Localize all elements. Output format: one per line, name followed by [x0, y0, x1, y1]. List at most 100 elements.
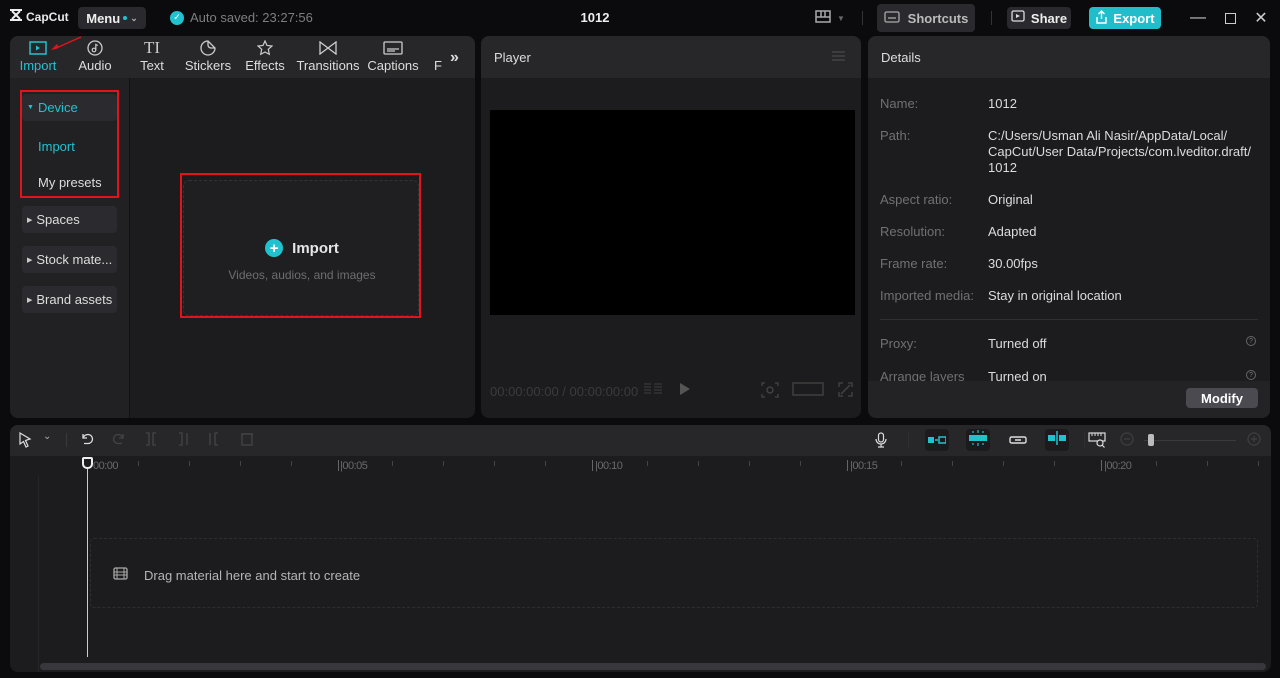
export-label: Export: [1113, 10, 1155, 26]
zoom-out-icon[interactable]: [1120, 432, 1134, 449]
media-panel: Import Audio TI Text Stickers Effects Tr…: [10, 36, 475, 418]
preview-axis-toggle[interactable]: [1045, 429, 1069, 451]
ruler-tick: [1054, 461, 1056, 466]
tab-effects[interactable]: Effects: [244, 38, 286, 76]
audio-icon: [87, 38, 103, 58]
timeline-ruler[interactable]: 00:00 |00:05 |00:10 |00:15 |00:20: [10, 456, 1271, 476]
detail-label: Path:: [880, 128, 911, 143]
main-track-magnet-toggle[interactable]: [925, 429, 949, 451]
app-name: CapCut: [26, 9, 69, 24]
tab-label: Captions: [367, 58, 419, 73]
sidebar-item-stock-material[interactable]: ▶ Stock mate...: [22, 246, 117, 273]
layout-button[interactable]: ▼: [815, 10, 845, 26]
sidebar-item-brand-assets[interactable]: ▶ Brand assets: [22, 286, 117, 313]
tab-text[interactable]: TI Text: [134, 38, 170, 76]
video-preview[interactable]: [490, 110, 855, 315]
export-button[interactable]: Export: [1089, 7, 1161, 29]
ruler-tick: [188, 461, 190, 466]
tab-label: F: [434, 58, 442, 73]
timeline-list-icon[interactable]: [643, 382, 663, 399]
tab-stickers[interactable]: Stickers: [182, 38, 234, 76]
fullscreen-icon[interactable]: [838, 382, 853, 400]
divider: [1084, 433, 1085, 447]
tab-label: Effects: [245, 58, 285, 73]
shortcuts-button[interactable]: Shortcuts: [877, 4, 975, 32]
detail-row-frame-rate: Frame rate: 30.00fps: [880, 256, 1260, 272]
minimize-icon: —: [1190, 9, 1206, 26]
delete-icon[interactable]: [240, 432, 254, 449]
ruler-major-tick: [1101, 460, 1102, 471]
menu-button[interactable]: Menu ⌄: [78, 7, 146, 29]
ruler-major-tick: [846, 460, 848, 471]
preview-axis-icon: [1047, 430, 1067, 450]
linkage-toggle[interactable]: [1006, 429, 1030, 451]
effects-icon: [257, 38, 273, 58]
split-icon[interactable]: [145, 432, 157, 449]
details-header: Details: [868, 36, 1270, 78]
detail-value: Original: [988, 192, 1033, 207]
player-controls: 00:00:00:00 / 00:00:00:00: [481, 380, 861, 404]
ruler-tick: [1155, 461, 1157, 466]
drop-hint: Drag material here and start to create: [113, 567, 360, 583]
caret-right-icon: ▶: [27, 216, 33, 224]
aspect-ratio-button[interactable]: [792, 382, 824, 399]
detail-value: 30.00fps: [988, 256, 1038, 271]
help-icon[interactable]: ?: [1246, 336, 1256, 346]
timeline-horizontal-scrollbar[interactable]: [40, 663, 1266, 670]
timeline-zoom-fit-icon[interactable]: [1088, 432, 1106, 451]
close-button[interactable]: ✕: [1251, 8, 1271, 28]
detail-row-path: Path: C:/Users/Usman Ali Nasir/AppData/L…: [880, 128, 1260, 176]
divider: [880, 319, 1258, 320]
tab-captions[interactable]: Captions: [366, 38, 420, 76]
details-footer: Modify: [868, 381, 1270, 418]
track-header-column: [10, 476, 39, 672]
auto-snap-toggle[interactable]: [966, 429, 990, 451]
chevron-down-icon[interactable]: ⌄: [43, 431, 51, 442]
ruler-tick: [545, 461, 547, 466]
zoom-preview-icon[interactable]: [761, 382, 779, 401]
microphone-icon[interactable]: [875, 432, 887, 451]
ruler-tick: [239, 461, 241, 466]
undo-icon[interactable]: [80, 432, 94, 449]
share-label: Share: [1030, 10, 1068, 26]
play-button[interactable]: [679, 382, 691, 399]
redo-icon[interactable]: [112, 432, 126, 449]
more-tabs-button[interactable]: »: [450, 49, 459, 67]
keyboard-icon: [884, 10, 900, 26]
menu-icon[interactable]: [832, 51, 845, 61]
annotation-highlight: [180, 173, 421, 318]
stickers-icon: [200, 38, 216, 58]
maximize-button[interactable]: [1220, 8, 1240, 28]
minimize-button[interactable]: —: [1188, 8, 1208, 28]
ruler-tick: [443, 461, 445, 466]
help-icon[interactable]: ?: [1246, 370, 1256, 380]
detail-row-resolution: Resolution: Adapted: [880, 224, 1260, 240]
detail-label: Frame rate:: [880, 256, 948, 271]
timeline-zoom-slider[interactable]: [1144, 440, 1236, 441]
timeline-drop-zone[interactable]: Drag material here and start to create: [90, 538, 1258, 608]
select-tool-icon[interactable]: [18, 431, 32, 451]
ruler-tick: [494, 461, 496, 466]
tab-filters[interactable]: F: [432, 38, 444, 76]
zoom-in-icon[interactable]: [1247, 432, 1261, 449]
ruler-tick: [646, 461, 648, 466]
sidebar-item-spaces[interactable]: ▶ Spaces: [22, 206, 117, 233]
annotation-highlight: [20, 90, 119, 198]
share-button[interactable]: Share: [1007, 7, 1071, 29]
app-logo: CapCut: [9, 9, 69, 24]
divider: [862, 11, 863, 25]
tab-transitions[interactable]: Transitions: [296, 38, 360, 76]
ruler-tick: [901, 461, 903, 466]
zoom-slider-handle[interactable]: [1148, 434, 1154, 446]
ruler-tick: [952, 461, 954, 466]
ruler-tick: [137, 461, 139, 466]
split-right-icon[interactable]: [208, 432, 220, 449]
captions-icon: [383, 38, 403, 58]
detail-label: Proxy:: [880, 336, 917, 351]
split-left-icon[interactable]: [177, 432, 189, 449]
playhead-handle[interactable]: [82, 457, 93, 469]
playhead-line[interactable]: [87, 463, 88, 657]
link-icon: [1009, 431, 1027, 449]
modify-button[interactable]: Modify: [1186, 388, 1258, 408]
close-icon: ✕: [1254, 10, 1268, 27]
